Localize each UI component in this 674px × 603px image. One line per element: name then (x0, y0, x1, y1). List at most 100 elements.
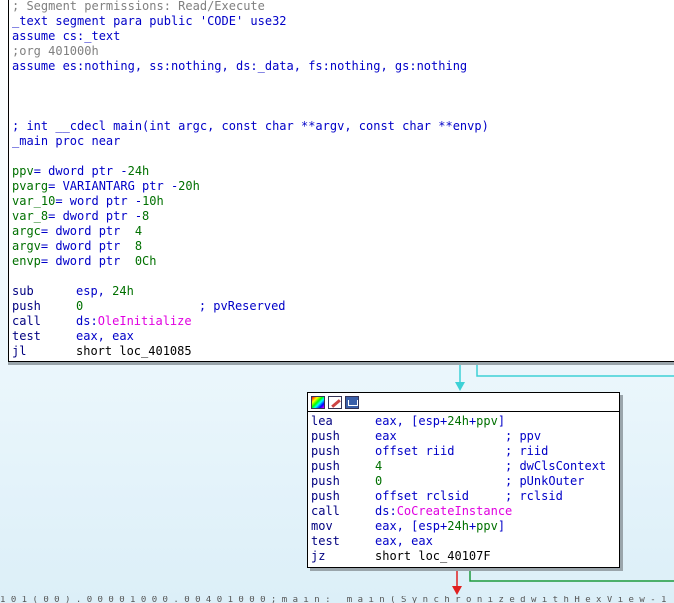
asm-line[interactable]: assume es:nothing, ss:nothing, ds:_data,… (12, 59, 674, 74)
asm-line[interactable]: sub esp, 24h (12, 284, 674, 299)
asm-token[interactable]: argc (12, 224, 41, 238)
asm-token[interactable]: var_10 (12, 194, 55, 208)
asm-token[interactable]: assume es:nothing, ss:nothing, ds:_data,… (12, 59, 467, 73)
asm-token[interactable]: offset rclsid (375, 489, 469, 503)
asm-token[interactable]: _text segment para public 'CODE' use32 (12, 14, 287, 28)
operands[interactable]: eax, [esp+24h+ppv] (375, 519, 505, 534)
asm-token[interactable]: argv (12, 239, 41, 253)
asm-token[interactable]: ppv (476, 519, 498, 533)
mnemonic[interactable]: push (311, 459, 375, 474)
operands[interactable]: eax, [esp+24h+ppv] (375, 414, 505, 429)
operands[interactable]: 4 (375, 459, 505, 474)
operands[interactable]: ds:CoCreateInstance (375, 504, 512, 519)
asm-line[interactable]: mov eax, [esp+24h+ppv] (311, 519, 619, 534)
asm-line[interactable]: push offset riid ; riid (311, 444, 619, 459)
asm-line[interactable]: push 4 ; dwClsContext (311, 459, 619, 474)
node-titlebar[interactable] (308, 393, 619, 412)
asm-comment[interactable]: ; riid (505, 444, 548, 458)
asm-token[interactable]: 24h (447, 519, 469, 533)
asm-token[interactable]: = dword ptr (41, 254, 135, 268)
asm-line[interactable]: push offset rclsid ; rclsid (311, 489, 619, 504)
asm-line[interactable] (12, 269, 674, 284)
asm-token[interactable]: = dword ptr (41, 224, 135, 238)
asm-token[interactable]: ds: (76, 314, 98, 328)
mnemonic[interactable]: sub (12, 284, 76, 299)
mnemonic[interactable]: push (311, 489, 375, 504)
asm-line[interactable]: pvarg= VARIANTARG ptr -20h (12, 179, 674, 194)
asm-token[interactable]: assume cs:_text (12, 29, 120, 43)
asm-line[interactable]: _text segment para public 'CODE' use32 (12, 14, 674, 29)
asm-comment[interactable]: ; ppv (505, 429, 541, 443)
asm-token[interactable]: 4 (135, 224, 142, 238)
asm-token[interactable]: 10h (142, 194, 164, 208)
asm-token[interactable]: = dword ptr - (48, 209, 142, 223)
asm-line[interactable]: jl short loc_401085 (12, 344, 674, 359)
asm-line[interactable]: push eax ; ppv (311, 429, 619, 444)
asm-line[interactable]: argv= dword ptr 8 (12, 239, 674, 254)
operands[interactable]: eax, eax (375, 534, 505, 549)
operands[interactable]: eax (375, 429, 505, 444)
asm-token[interactable]: 20h (178, 179, 200, 193)
mnemonic[interactable]: call (311, 504, 375, 519)
asm-token[interactable]: ppv (12, 164, 34, 178)
edit-node-icon[interactable] (328, 395, 342, 409)
asm-line[interactable]: lea eax, [esp+24h+ppv] (311, 414, 619, 429)
mnemonic[interactable]: test (12, 329, 76, 344)
asm-token[interactable]: eax (375, 429, 397, 443)
asm-token[interactable]: eax, [esp+ (375, 519, 447, 533)
asm-line[interactable]: test eax, eax (12, 329, 674, 344)
mnemonic[interactable]: lea (311, 414, 375, 429)
asm-line[interactable] (12, 104, 674, 119)
asm-line[interactable]: envp= dword ptr 0Ch (12, 254, 674, 269)
asm-token[interactable]: 0 (375, 474, 382, 488)
asm-token[interactable]: 8 (135, 239, 142, 253)
asm-line[interactable]: ; int __cdecl main(int argc, const char … (12, 119, 674, 134)
asm-token[interactable]: 4 (375, 459, 382, 473)
asm-line[interactable]: var_8= dword ptr -8 (12, 209, 674, 224)
mnemonic[interactable]: jl (12, 344, 76, 359)
asm-line[interactable]: push 0 ; pUnkOuter (311, 474, 619, 489)
asm-token[interactable]: ; int __cdecl main(int argc, const char … (12, 119, 489, 133)
asm-line[interactable]: _main proc near (12, 134, 674, 149)
asm-token[interactable]: = dword ptr (41, 239, 135, 253)
operands[interactable]: offset rclsid (375, 489, 505, 504)
disassembly-lines[interactable]: ; Segment permissions: Read/Execute _text… (9, 0, 674, 359)
asm-line[interactable]: ;org 401000h (12, 44, 674, 59)
asm-token[interactable]: eax, [esp+ (375, 414, 447, 428)
mnemonic[interactable]: push (311, 474, 375, 489)
asm-token[interactable]: ] (498, 414, 505, 428)
asm-line[interactable]: call ds:CoCreateInstance (311, 504, 619, 519)
asm-token[interactable]: pvarg (12, 179, 48, 193)
mnemonic[interactable]: push (311, 429, 375, 444)
asm-line[interactable]: ; Segment permissions: Read/Execute (12, 0, 674, 14)
asm-token[interactable]: offset riid (375, 444, 454, 458)
code-block-main[interactable]: ; Segment permissions: Read/Execute _text… (8, 0, 674, 362)
asm-token[interactable]: 24h (112, 284, 134, 298)
code-block-cocreate[interactable]: lea eax, [esp+24h+ppv] push eax; ppv push off… (307, 392, 620, 568)
mnemonic[interactable]: push (12, 299, 76, 314)
asm-token[interactable]: envp (12, 254, 41, 268)
color-palette-icon[interactable] (311, 395, 325, 409)
asm-token[interactable]: ; Segment permissions: Read/Execute (12, 0, 265, 13)
asm-token[interactable]: eax, eax (375, 534, 433, 548)
asm-token[interactable]: = word ptr - (55, 194, 142, 208)
mnemonic[interactable]: test (311, 534, 375, 549)
asm-token[interactable]: esp, (76, 284, 112, 298)
asm-line[interactable]: argc= dword ptr 4 (12, 224, 674, 239)
asm-line[interactable] (12, 149, 674, 164)
mnemonic[interactable]: jz (311, 549, 375, 564)
asm-token[interactable]: = VARIANTARG ptr - (48, 179, 178, 193)
asm-token[interactable]: ppv (476, 414, 498, 428)
asm-line[interactable]: test eax, eax (311, 534, 619, 549)
asm-token[interactable]: = dword ptr - (34, 164, 128, 178)
asm-token[interactable]: short loc_40107F (375, 549, 491, 563)
asm-line[interactable]: ppv= dword ptr -24h (12, 164, 674, 179)
asm-line[interactable]: call ds:OleInitialize (12, 314, 674, 329)
asm-token[interactable]: 24h (128, 164, 150, 178)
mnemonic[interactable]: push (311, 444, 375, 459)
asm-token[interactable]: 24h (447, 414, 469, 428)
asm-token[interactable]: ds: (375, 504, 397, 518)
asm-token[interactable]: CoCreateInstance (397, 504, 513, 518)
asm-token[interactable]: 8 (142, 209, 149, 223)
disassembly-lines[interactable]: lea eax, [esp+24h+ppv] push eax; ppv push off… (308, 412, 619, 564)
